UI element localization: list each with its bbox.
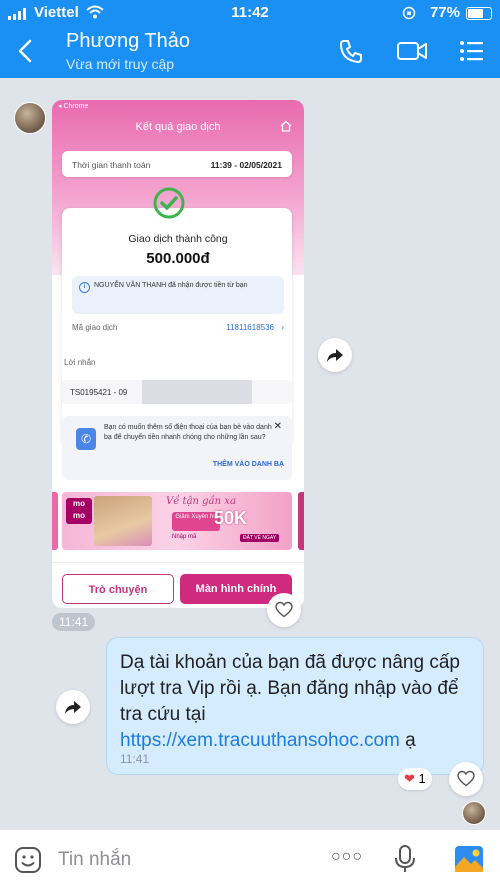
sticker-smile-icon[interactable] [14,846,42,874]
divider [52,562,304,563]
payment-time-row: Thời gian thanh toán 11:39 - 02/05/2021 [62,151,292,177]
contact-name[interactable]: Phương Thảo [66,30,190,53]
message-time: 11:41 [120,752,150,766]
promo-amount: 50K [214,508,248,528]
transaction-id-value: 11811618536 [226,323,274,332]
react-heart-button-2[interactable] [449,762,483,796]
image-message[interactable]: ◂ Chrome Kết quả giao dịch Thời gian tha… [52,100,304,608]
momo-logo: mo mo [66,498,92,524]
back-arrow-icon[interactable] [14,38,36,64]
transaction-amount: 500.000đ [146,250,210,267]
chat-header: Phương Thảo Vừa mới truy cập [0,26,500,78]
status-bar: Viettel 11:42 77% [0,0,500,26]
heart-reaction-icon: ❤ [404,771,415,786]
payment-time-label: Thời gian thanh toán [72,160,151,170]
react-heart-button[interactable] [267,593,301,627]
message-text-prefix: Dạ tài khoản của bạn đã được nâng cấp lư… [120,652,460,725]
banner-prev-slide [52,492,58,550]
recipient-notice: i NGUYỄN VĂN THANH đã nhận được tiền từ … [72,276,284,314]
photo-gallery-icon[interactable] [454,845,484,873]
promo-title: Về tận gần xa [166,496,236,507]
promo-subtitle: Giảm Xuyên hè [172,512,220,531]
menu-list-icon[interactable] [458,38,486,64]
seen-avatar [462,801,486,825]
orientation-lock-icon [402,6,416,20]
browser-back-label: ◂ Chrome [58,103,89,110]
promo-book-button: ĐẶT VÉ NGAY [240,534,280,542]
forward-message-button[interactable] [56,690,90,724]
sent-message-bubble[interactable]: Dạ tài khoản của bạn đã được nâng cấp lư… [106,637,484,775]
banner-next-slide [298,492,304,550]
message-text: Dạ tài khoản của bạn đã được nâng cấp lư… [120,650,475,754]
transaction-status: Giao dịch thành công [128,233,228,245]
home-icon [280,120,292,132]
message-link[interactable]: https://xem.tracuuthansohoc.com [120,730,400,751]
message-value: TS0195421 - 09 [70,388,128,397]
promo-code-label: Nhập mã [172,534,197,540]
add-contact-suggestion: ✆ Bạn có muốn thêm số điện thoại của bạn… [62,416,292,480]
microphone-icon[interactable] [394,844,416,874]
sender-avatar[interactable] [14,102,46,134]
close-icon: ✕ [273,421,282,432]
promo-photo [94,496,152,546]
info-icon: i [79,282,90,293]
message-label: Lời nhắn [64,358,96,367]
forward-arrow-icon [65,701,81,714]
payment-time-value: 11:39 - 02/05/2021 [210,160,282,170]
success-check-icon [153,187,185,219]
battery-icon [466,7,492,20]
image-timestamp: 11:41 [52,613,96,631]
message-input[interactable]: Tin nhắn [58,849,131,871]
reaction-badge[interactable]: ❤ 1 [398,768,432,790]
chevron-right-icon: › [281,323,284,332]
chat-button: Trò chuyện [62,574,174,604]
heart-outline-icon [457,770,475,787]
message-text-suffix: ạ [399,730,416,751]
suggestion-text: Bạn có muốn thêm số điện thoại của bạn b… [104,424,272,441]
forward-arrow-icon [327,349,343,362]
contact-status: Vừa mới truy cập [66,56,175,72]
message-value-box: TS0195421 - 09 [62,380,292,404]
video-call-icon[interactable] [396,38,428,64]
battery-percent: 77% [429,4,460,21]
promo-banner: mo mo Về tận gần xa Giảm Xuyên hè 50K Nh… [62,492,292,550]
redacted-area [142,380,252,404]
recipient-notice-text: NGUYỄN VĂN THANH đã nhận được tiền từ bạ… [94,282,248,289]
add-to-contacts-link: THÊM VÀO DANH BẠ [212,461,284,468]
contact-book-icon: ✆ [76,428,96,450]
message-composer: Tin nhắn ○○○ [0,829,500,890]
transaction-id-label: Mã giao dịch [72,323,118,332]
receipt-title: Kết quả giao dịch [135,121,221,133]
forward-image-button[interactable] [318,338,352,372]
heart-outline-icon [275,601,293,618]
more-options-icon[interactable]: ○○○ [331,848,363,866]
clock: 11:42 [231,4,269,21]
phone-call-icon[interactable] [338,38,364,64]
reaction-count: 1 [418,771,426,786]
